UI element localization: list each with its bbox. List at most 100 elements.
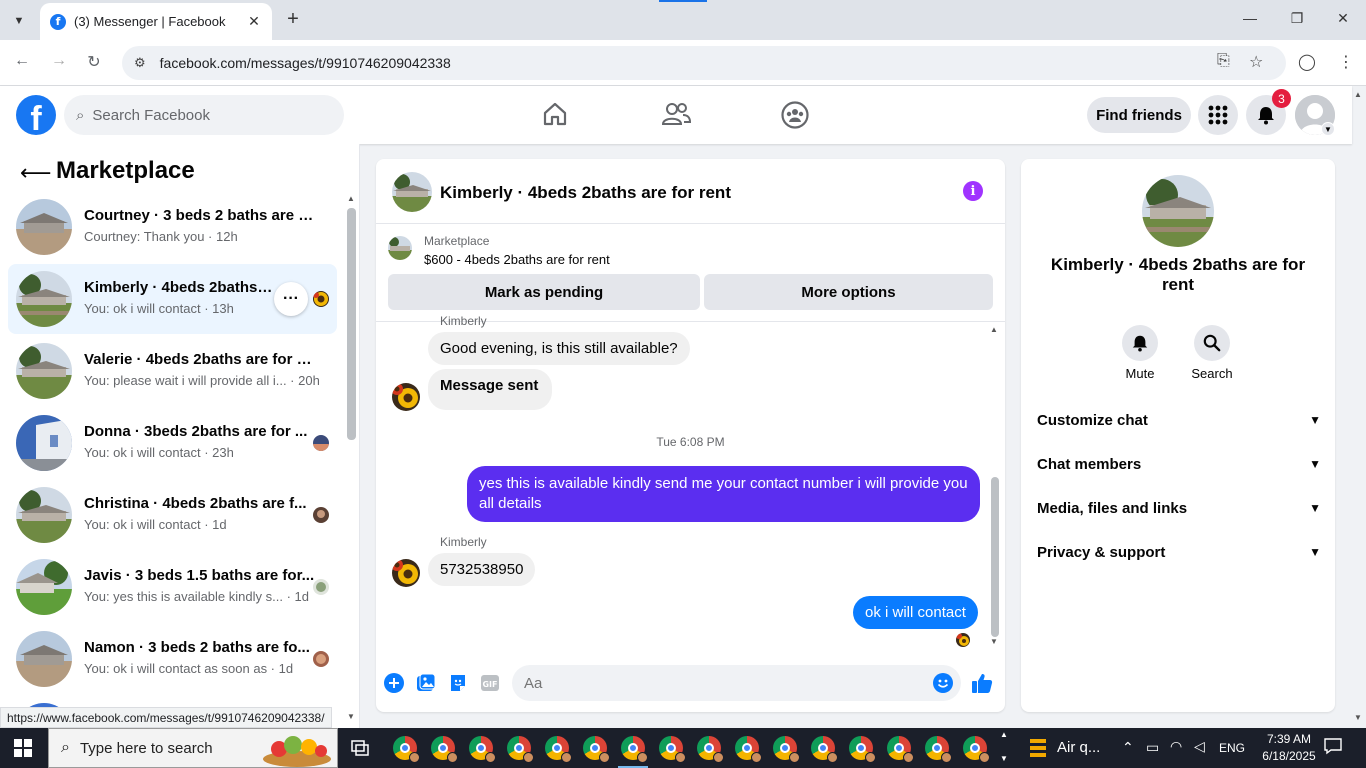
clock-date[interactable]: 6/18/2025 bbox=[1256, 749, 1322, 763]
taskbar-scroll-down-icon[interactable]: ▼ bbox=[1000, 754, 1008, 763]
incoming-message[interactable]: Message sent bbox=[428, 369, 553, 410]
chrome-taskbar-icon[interactable] bbox=[697, 736, 724, 763]
incoming-message[interactable]: Good evening, is this still available? bbox=[428, 332, 690, 365]
more-actions-plus-icon[interactable] bbox=[383, 672, 405, 694]
page-scroll-up-icon[interactable]: ▲ bbox=[1354, 90, 1362, 99]
emoji-icon[interactable] bbox=[932, 672, 954, 694]
windows-start-icon[interactable] bbox=[14, 739, 32, 757]
volume-icon[interactable]: ◁ bbox=[1194, 738, 1205, 755]
tab-close-icon[interactable]: ✕ bbox=[246, 13, 262, 30]
conversation-item-active[interactable]: Kimberly · 4beds 2baths are for rent You… bbox=[8, 264, 337, 334]
more-options-button[interactable]: More options bbox=[704, 274, 993, 310]
groups-icon[interactable] bbox=[780, 100, 810, 130]
restore-icon[interactable]: ❐ bbox=[1287, 10, 1307, 27]
privacy-support-row[interactable]: Privacy & support ▼ bbox=[1037, 534, 1321, 570]
sidebar-scroll-up-icon[interactable]: ▲ bbox=[347, 194, 355, 203]
tab-search-icon[interactable]: ▼ bbox=[6, 8, 32, 34]
chrome-taskbar-icon[interactable] bbox=[469, 736, 496, 763]
listing-thumbnail[interactable] bbox=[388, 236, 412, 260]
attach-photo-icon[interactable] bbox=[415, 672, 437, 694]
more-options-icon[interactable]: ··· bbox=[274, 282, 308, 316]
outgoing-message[interactable]: ok i will contact bbox=[853, 596, 978, 629]
reload-icon[interactable]: ↻ bbox=[83, 52, 105, 72]
conversation-item[interactable]: Christina · 4beds 2baths are f... You: o… bbox=[8, 480, 337, 550]
task-view-icon[interactable] bbox=[350, 738, 370, 758]
install-app-icon[interactable]: ⎘ bbox=[1217, 52, 1230, 70]
media-files-links-row[interactable]: Media, files and links ▼ bbox=[1037, 490, 1321, 526]
chat-scroll-up-icon[interactable]: ▲ bbox=[990, 325, 998, 334]
chat-title[interactable]: Kimberly · 4beds 2baths are for rent bbox=[440, 183, 731, 203]
browser-tab[interactable]: f (3) Messenger | Facebook ✕ bbox=[40, 3, 272, 40]
customize-chat-row[interactable]: Customize chat ▼ bbox=[1037, 402, 1321, 438]
chat-scroll-down-icon[interactable]: ▼ bbox=[990, 637, 998, 646]
clock-time[interactable]: 7:39 AM bbox=[1259, 732, 1319, 746]
chat-listing-avatar[interactable] bbox=[392, 172, 432, 212]
menu-grid-icon[interactable] bbox=[1198, 95, 1238, 135]
chrome-menu-icon[interactable]: ⋮ bbox=[1338, 52, 1354, 72]
language-indicator[interactable]: ENG bbox=[1219, 741, 1245, 755]
outgoing-message[interactable]: yes this is available kindly send me you… bbox=[467, 466, 980, 522]
taskbar-search-input[interactable]: ⌕ Type here to search bbox=[48, 728, 338, 768]
bookmark-star-icon[interactable]: ☆ bbox=[1249, 52, 1263, 72]
find-friends-button[interactable]: Find friends bbox=[1087, 97, 1191, 133]
chrome-taskbar-icon[interactable] bbox=[431, 736, 458, 763]
forward-icon[interactable]: → bbox=[48, 52, 70, 70]
close-window-icon[interactable]: ✕ bbox=[1333, 10, 1353, 27]
facebook-logo-icon[interactable]: f bbox=[16, 95, 56, 135]
mute-button[interactable]: Mute bbox=[1110, 325, 1170, 381]
message-input[interactable] bbox=[512, 665, 961, 701]
conversation-item[interactable]: Donna · 3beds 2baths are for ... You: ok… bbox=[8, 408, 337, 478]
chrome-taskbar-icon[interactable] bbox=[849, 736, 876, 763]
thumbs-up-like-icon[interactable] bbox=[971, 672, 993, 694]
conversation-item[interactable]: Courtney · 3 beds 2 baths are fo... Cour… bbox=[8, 192, 337, 262]
conversation-item[interactable]: Namon · 3 beds 2 baths are fo... You: ok… bbox=[8, 624, 337, 694]
page-scroll-down-icon[interactable]: ▼ bbox=[1354, 713, 1362, 722]
chrome-taskbar-icon[interactable] bbox=[887, 736, 914, 763]
tray-chevron-up-icon[interactable]: ⌃ bbox=[1122, 739, 1134, 756]
chrome-taskbar-icon[interactable] bbox=[659, 736, 686, 763]
sticker-icon[interactable] bbox=[447, 672, 469, 694]
profile-icon[interactable]: ◯ bbox=[1298, 52, 1316, 72]
chrome-taskbar-icon[interactable] bbox=[507, 736, 534, 763]
sunflower-avatar[interactable] bbox=[392, 383, 420, 411]
facebook-search-input[interactable]: ⌕ Search Facebook bbox=[64, 95, 344, 135]
minimize-icon[interactable]: — bbox=[1240, 10, 1260, 26]
conversation-item[interactable]: Javis · 3 beds 1.5 baths are for... You:… bbox=[8, 552, 337, 622]
site-settings-icon[interactable]: ⚙ bbox=[134, 55, 146, 71]
chat-members-row[interactable]: Chat members ▼ bbox=[1037, 446, 1321, 482]
incoming-message-phone[interactable]: 5732538950 bbox=[428, 553, 536, 586]
chrome-taskbar-icon[interactable] bbox=[811, 736, 838, 763]
battery-icon[interactable]: ▭ bbox=[1146, 739, 1159, 756]
chrome-taskbar-icon[interactable] bbox=[735, 736, 762, 763]
mark-as-pending-button[interactable]: Mark as pending bbox=[388, 274, 700, 310]
chrome-taskbar-icon[interactable] bbox=[925, 736, 952, 763]
sidebar-scroll-down-icon[interactable]: ▼ bbox=[347, 712, 355, 721]
conversation-avatar[interactable] bbox=[1142, 175, 1214, 247]
new-tab-icon[interactable]: + bbox=[282, 8, 304, 30]
back-icon[interactable]: ← bbox=[11, 52, 33, 70]
sunflower-avatar[interactable] bbox=[392, 559, 420, 587]
wifi-icon[interactable]: ◠ bbox=[1170, 738, 1182, 755]
chrome-taskbar-icon-active[interactable] bbox=[621, 736, 648, 763]
friends-icon[interactable] bbox=[661, 100, 692, 130]
taskbar-scroll-up-icon[interactable]: ▲ bbox=[1000, 730, 1008, 739]
back-arrow-icon[interactable]: ⟵ bbox=[20, 160, 52, 186]
account-chevron-down-icon[interactable]: ▼ bbox=[1321, 122, 1335, 136]
listing-price[interactable]: $600 - 4beds 2baths are for rent bbox=[424, 252, 610, 267]
info-icon[interactable]: i bbox=[963, 181, 983, 201]
air-quality-icon[interactable] bbox=[1028, 737, 1048, 759]
conversation-item[interactable]: Valerie · 4beds 2baths are for rent You:… bbox=[8, 336, 337, 406]
sidebar-scrollbar[interactable] bbox=[347, 208, 356, 440]
chat-scrollbar[interactable] bbox=[991, 477, 999, 637]
notification-center-icon[interactable] bbox=[1324, 737, 1342, 758]
gif-icon[interactable]: GIF bbox=[479, 672, 501, 694]
chrome-taskbar-icon[interactable] bbox=[963, 736, 990, 763]
chrome-taskbar-icon[interactable] bbox=[545, 736, 572, 763]
chrome-taskbar-icon[interactable] bbox=[583, 736, 610, 763]
weather-text[interactable]: Air q... bbox=[1057, 739, 1100, 756]
search-conversation-button[interactable]: Search bbox=[1182, 325, 1242, 381]
omnibox[interactable]: ⚙ facebook.com/messages/t/99107462090423… bbox=[122, 46, 1286, 80]
home-icon[interactable] bbox=[541, 100, 571, 130]
chrome-taskbar-icon[interactable] bbox=[393, 736, 420, 763]
chrome-taskbar-icon[interactable] bbox=[773, 736, 800, 763]
